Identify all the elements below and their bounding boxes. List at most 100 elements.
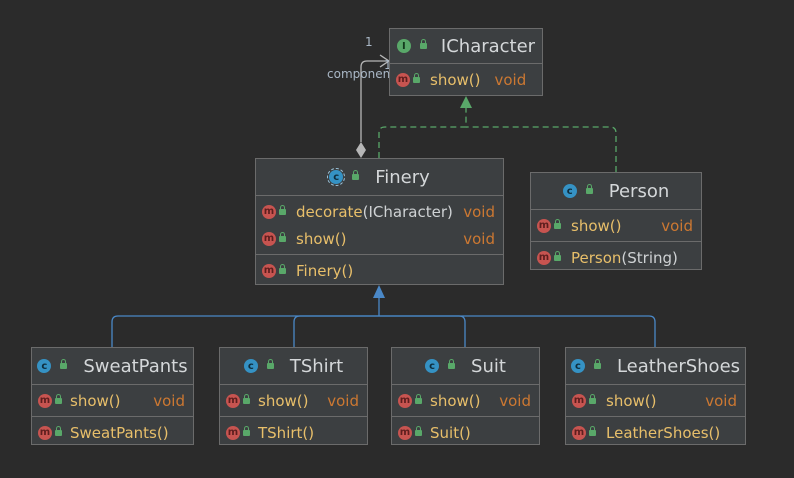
extends-edge-tshirt[interactable] (293, 315, 379, 347)
method-icon: m (572, 425, 586, 440)
method-icon: m (398, 393, 412, 408)
constructor-row[interactable]: m LeatherShoes() (566, 419, 745, 446)
node-suit[interactable]: c Suit m show() void m Suit() (391, 347, 540, 445)
method-name: show() (430, 70, 481, 89)
extends-edge-suit[interactable] (379, 315, 466, 347)
extends-edge-leathershoes[interactable] (379, 315, 656, 347)
class-icon: c (37, 359, 52, 373)
node-finery[interactable]: c Finery m decorate (ICharacter) void m s… (255, 158, 504, 285)
public-lock-icon (279, 263, 286, 274)
node-tshirt[interactable]: c TShirt m show() void m TShirt() (219, 347, 368, 445)
public-lock-icon (243, 393, 250, 404)
constructor-param: (String) (621, 248, 678, 267)
methods-section: m show() void (392, 384, 539, 416)
node-icharacter[interactable]: I ICharacter m show() void (389, 28, 543, 96)
public-lock-icon (279, 231, 286, 242)
constructors-section: m LeatherShoes() (566, 416, 745, 448)
constructor-name: Suit() (430, 423, 471, 442)
node-sweatpants[interactable]: c SweatPants m show() void m SweatPants(… (31, 347, 194, 445)
method-name: show() (258, 391, 309, 410)
public-lock-icon (589, 393, 596, 404)
method-row[interactable]: m show() void (390, 64, 542, 95)
node-header: c TShirt (220, 348, 367, 384)
node-person[interactable]: c Person m show() void m Person (String) (530, 172, 702, 270)
public-lock-icon (55, 425, 62, 436)
class-icon: c (243, 359, 258, 373)
return-type: void (499, 391, 531, 410)
method-row[interactable]: m decorate (ICharacter) void (256, 198, 503, 225)
public-lock-icon (589, 425, 596, 436)
method-name: show() (571, 216, 622, 235)
constructor-name: LeatherShoes() (606, 423, 721, 442)
node-title: Suit (471, 355, 506, 377)
method-name: decorate (296, 202, 363, 221)
method-row[interactable]: m show() void (531, 212, 701, 239)
return-type: void (463, 202, 495, 221)
method-icon: m (262, 231, 276, 246)
method-icon: m (537, 218, 551, 233)
method-icon: m (262, 263, 276, 278)
method-name: show() (606, 391, 657, 410)
constructor-row[interactable]: m Finery() (256, 257, 503, 284)
return-type: void (463, 229, 495, 248)
constructor-row[interactable]: m Suit() (392, 419, 539, 446)
public-lock-icon (419, 39, 427, 49)
methods-section: m decorate (ICharacter) void m show() voi… (256, 195, 503, 254)
method-icon: m (262, 204, 276, 219)
return-type: void (153, 391, 185, 410)
class-icon: c (570, 359, 585, 373)
node-title: Person (608, 180, 670, 202)
node-header: c SweatPants (32, 348, 193, 384)
constructor-row[interactable]: m SweatPants() (32, 419, 193, 446)
methods-section: m show() void (566, 384, 745, 416)
extends-arrowhead (373, 285, 385, 298)
public-lock-icon (352, 170, 360, 180)
multiplicity-top: 1 (365, 35, 373, 49)
node-header: c Finery (256, 159, 503, 195)
constructor-name: Person (571, 248, 622, 267)
public-lock-icon (413, 72, 420, 83)
extends-edge-sweatpants[interactable] (111, 315, 379, 347)
return-type: void (327, 391, 359, 410)
methods-section: m show() void (531, 209, 701, 241)
implements-edge-finery[interactable] (378, 108, 467, 158)
public-lock-icon (415, 393, 422, 404)
node-title: SweatPants (83, 355, 188, 377)
interface-icon: I (396, 39, 411, 53)
constructor-name: Finery() (296, 261, 354, 280)
public-lock-icon (243, 425, 250, 436)
method-icon: m (572, 393, 586, 408)
public-lock-icon (448, 359, 456, 369)
constructor-row[interactable]: m TShirt() (220, 419, 367, 446)
role-label: component (327, 67, 395, 81)
method-name: show() (430, 391, 481, 410)
node-title: LeatherShoes (616, 355, 741, 377)
public-lock-icon (415, 425, 422, 436)
node-title: Finery (375, 166, 430, 188)
node-header: c Person (531, 173, 701, 209)
constructors-section: m Person (String) (531, 241, 701, 273)
method-icon: m (38, 425, 52, 440)
methods-section: m show() void (390, 63, 542, 95)
public-lock-icon (593, 359, 601, 369)
constructor-row[interactable]: m Person (String) (531, 244, 701, 271)
constructor-name: TShirt() (258, 423, 315, 442)
node-title: TShirt (289, 355, 344, 377)
public-lock-icon (55, 393, 62, 404)
public-lock-icon (279, 204, 286, 215)
public-lock-icon (266, 359, 274, 369)
constructors-section: m SweatPants() (32, 416, 193, 448)
method-row[interactable]: m show() void (566, 387, 745, 414)
public-lock-icon (585, 184, 593, 194)
class-icon: c (562, 184, 577, 198)
method-row[interactable]: m show() void (32, 387, 193, 414)
method-row[interactable]: m show() void (256, 225, 503, 252)
method-icon: m (226, 393, 240, 408)
constructors-section: m TShirt() (220, 416, 367, 448)
method-row[interactable]: m show() void (392, 387, 539, 414)
method-row[interactable]: m show() void (220, 387, 367, 414)
constructor-name: SweatPants() (70, 423, 169, 442)
node-leathershoes[interactable]: c LeatherShoes m show() void m LeatherSh… (565, 347, 746, 445)
aggregation-diamond (356, 142, 366, 158)
implements-arrowhead (460, 96, 472, 108)
